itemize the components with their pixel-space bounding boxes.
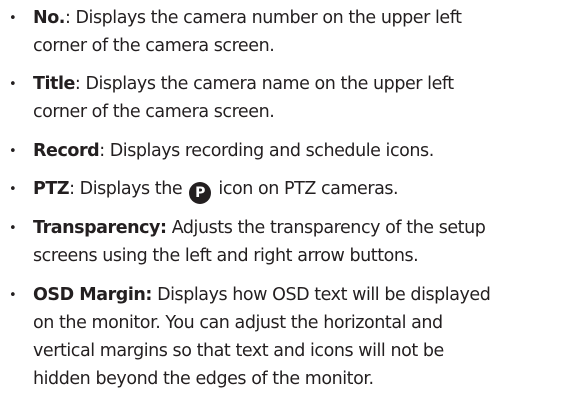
item-separator: : <box>99 141 110 161</box>
item-line-1: Title: Displays the camera name on the u… <box>33 70 454 100</box>
item-text: Adjusts the transparency of the setup <box>171 218 486 238</box>
item-separator: : <box>74 74 86 94</box>
item-separator: : <box>64 8 76 28</box>
item-text: Displays how OSD text will be displayed <box>157 285 491 305</box>
item-term: No. <box>33 8 65 28</box>
item-line-2: on the monitor. You can adjust the horiz… <box>33 309 443 339</box>
item-term: OSD Margin: <box>33 285 152 305</box>
item-line-2: corner of the camera screen. <box>33 32 275 62</box>
item-line-1: OSD Margin: Displays how OSD text will b… <box>33 281 491 311</box>
item-line-1: Record: Displays recording and schedule … <box>33 137 434 167</box>
item-text: corner of the camera screen. <box>33 102 275 122</box>
item-line-1: PTZ: Displays the P icon on PTZ cameras. <box>33 175 399 205</box>
ptz-p-icon: P <box>189 182 212 204</box>
item-text: hidden beyond the edges of the monitor. <box>33 369 374 389</box>
item-line-2: screens using the left and right arrow b… <box>33 242 419 272</box>
item-line-1: Transparency: Adjusts the transparency o… <box>33 214 486 244</box>
item-text: Displays recording and schedule icons. <box>109 141 435 161</box>
item-term: Transparency: <box>33 218 167 238</box>
item-term: Title <box>33 74 75 94</box>
item-line-2: corner of the camera screen. <box>33 98 275 128</box>
item-text: vertical margins so that text and icons … <box>33 341 444 361</box>
item-term: Record <box>33 141 100 161</box>
item-text: Displays the camera number on the upper … <box>75 8 462 28</box>
document-page: No.: Displays the camera number on the u… <box>0 0 585 404</box>
item-separator: : <box>69 179 80 199</box>
item-text: Displays the camera name on the upper le… <box>85 74 454 94</box>
item-term: PTZ <box>33 179 70 199</box>
item-line-3: vertical margins so that text and icons … <box>33 337 444 367</box>
item-text: Displays the <box>79 179 188 199</box>
item-line-1: No.: Displays the camera number on the u… <box>33 4 462 34</box>
item-text: screens using the left and right arrow b… <box>33 246 419 266</box>
item-text: icon on PTZ cameras. <box>213 179 399 199</box>
item-text: corner of the camera screen. <box>33 36 275 56</box>
item-line-4: hidden beyond the edges of the monitor. <box>33 365 374 395</box>
item-text: on the monitor. You can adjust the horiz… <box>33 313 443 333</box>
